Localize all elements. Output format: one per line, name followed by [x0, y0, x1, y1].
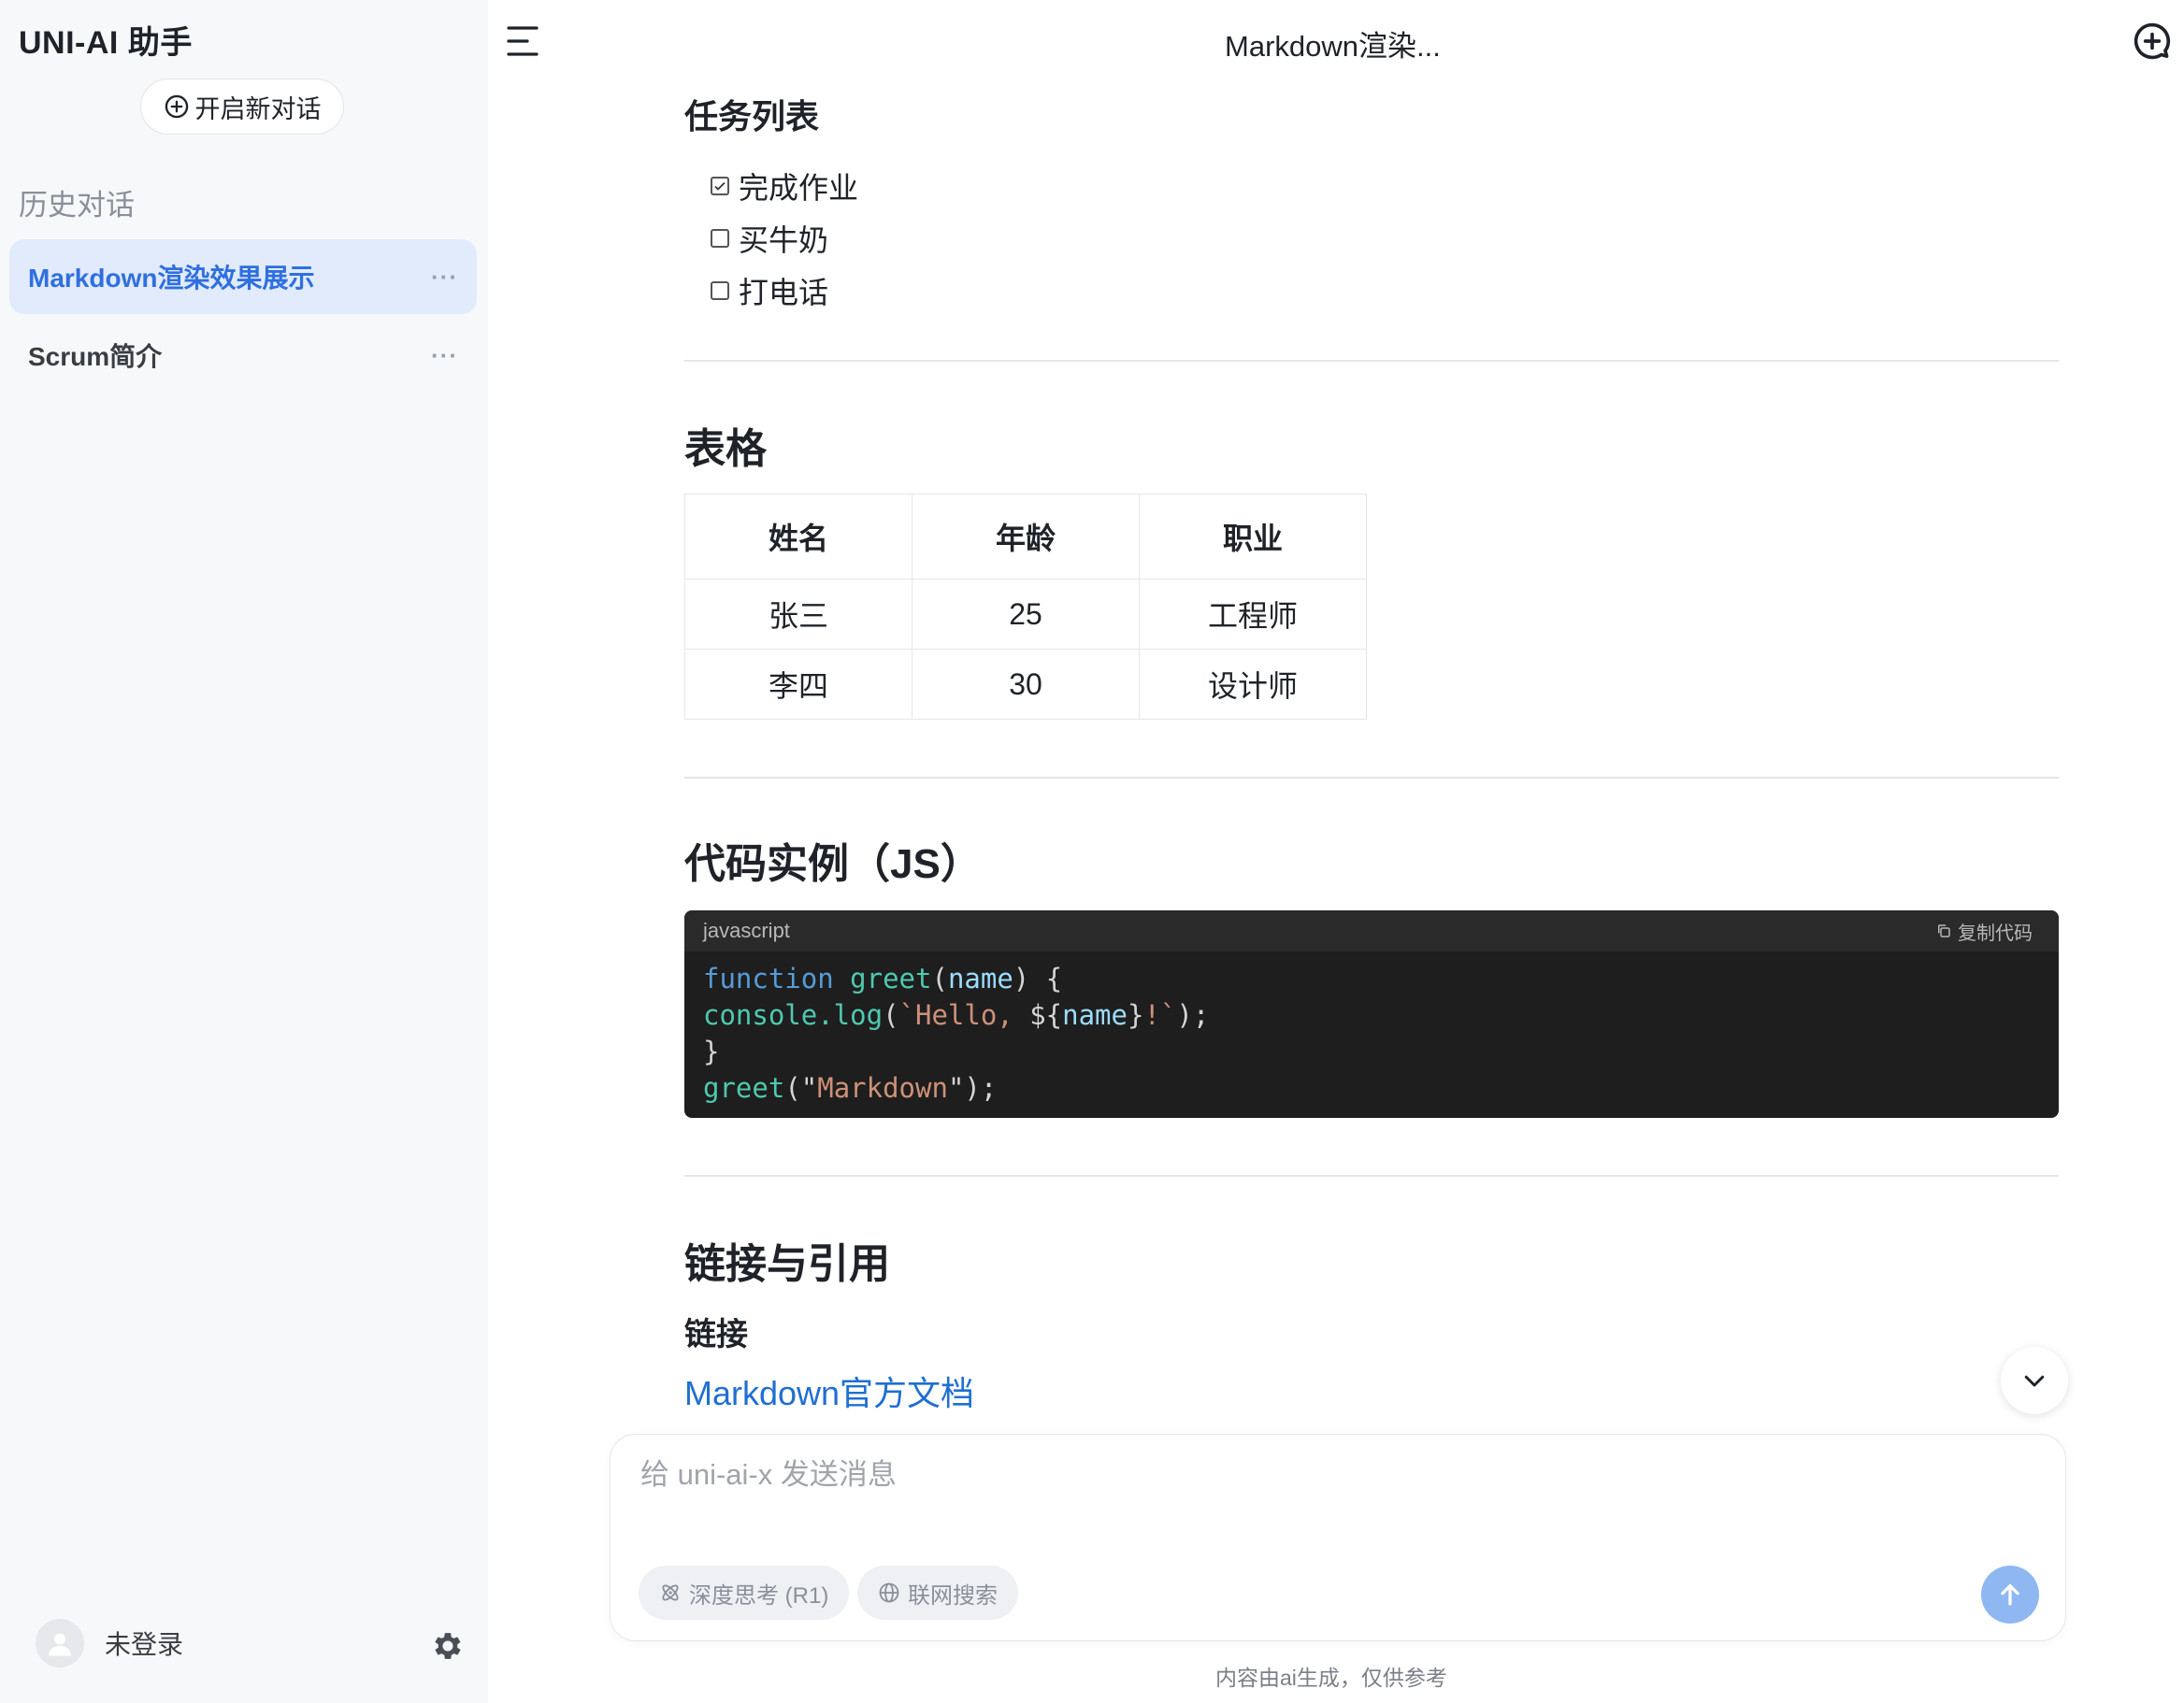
sidebar: UNI-AI 助手 开启新对话 历史对话 Markdown渲染效果展示 ··· … — [0, 0, 488, 1703]
table-cell: 30 — [912, 649, 1140, 720]
menu-icon[interactable] — [505, 24, 542, 58]
copy-code-label: 复制代码 — [1958, 923, 2033, 944]
column-header: 年龄 — [912, 494, 1140, 580]
disclaimer-note: 内容由ai生成，仅供参考 — [1215, 1666, 1447, 1690]
data-table: 姓名 年龄 职业 张三 25 工程师 李四 30 设计师 — [684, 494, 1367, 720]
deep-think-label: 深度思考 (R1) — [689, 1582, 829, 1609]
table-row: 李四 30 设计师 — [684, 649, 1367, 720]
history-item-label: Markdown渲染效果展示 — [28, 264, 315, 293]
chevron-down-icon — [2024, 1375, 2045, 1387]
task-label: 买牛奶 — [739, 223, 829, 257]
table-cell: 张三 — [684, 579, 912, 650]
divider — [684, 1175, 2059, 1177]
new-chat-button[interactable]: 开启新对话 — [140, 79, 344, 135]
user-label: 未登录 — [105, 1630, 184, 1659]
arrow-up-icon — [2001, 1584, 2019, 1606]
checkbox-icon — [711, 281, 729, 300]
new-chat-icon[interactable] — [2132, 21, 2173, 62]
task-item: 完成作业 — [711, 165, 858, 208]
markdown-docs-link[interactable]: Markdown官方文档 — [684, 1367, 974, 1415]
divider — [684, 777, 2059, 779]
globe-icon — [879, 1582, 899, 1603]
code-line: function greet(name) { — [703, 963, 1063, 995]
app-window: UNI-AI 助手 开启新对话 历史对话 Markdown渲染效果展示 ··· … — [0, 0, 2184, 1703]
user-profile[interactable]: 未登录 — [36, 1619, 183, 1667]
table-row: 张三 25 工程师 — [684, 579, 1367, 650]
task-item: 买牛奶 — [711, 217, 828, 260]
brand-title: UNI-AI 助手 — [19, 25, 193, 61]
user-icon — [49, 1633, 71, 1656]
table-cell: 设计师 — [1139, 649, 1367, 720]
code-line: } — [703, 1036, 720, 1067]
history-item-markdown[interactable]: Markdown渲染效果展示 ··· — [9, 239, 477, 314]
table-header-row: 姓名 年龄 职业 — [684, 494, 1367, 580]
task-label: 打电话 — [739, 276, 829, 309]
send-button[interactable] — [1981, 1566, 2039, 1624]
history-item-scrum[interactable]: Scrum简介 ··· — [9, 318, 477, 393]
code-body: function greet(name) { console.log(`Hello… — [684, 952, 2059, 1116]
code-line: greet("Markdown"); — [703, 1072, 998, 1104]
checked-checkbox-icon — [711, 177, 729, 195]
scroll-to-bottom-button[interactable] — [2001, 1347, 2068, 1414]
divider — [684, 360, 2059, 362]
plus-circle-icon — [165, 94, 188, 119]
copy-code-button[interactable]: 复制代码 — [1935, 918, 2033, 945]
task-label: 完成作业 — [739, 171, 859, 205]
more-options-icon[interactable]: ··· — [431, 263, 458, 292]
table-cell: 25 — [912, 579, 1140, 650]
copy-icon — [1938, 924, 1950, 937]
table-heading: 表格 — [684, 426, 767, 472]
gear-icon[interactable] — [430, 1628, 466, 1664]
links-heading: 链接与引用 — [684, 1241, 890, 1287]
chat-title: Markdown渲染... — [1225, 30, 1441, 63]
new-chat-label: 开启新对话 — [194, 94, 322, 123]
task-list-heading: 任务列表 — [684, 97, 820, 136]
message-composer: 深度思考 (R1) 联网搜索 — [610, 1434, 2066, 1641]
code-language: javascript — [703, 919, 790, 942]
table-cell: 工程师 — [1139, 579, 1367, 650]
links-subheading: 链接 — [684, 1317, 748, 1352]
deep-think-toggle[interactable]: 深度思考 (R1) — [639, 1566, 850, 1620]
table-cell: 李四 — [684, 649, 912, 720]
atom-icon — [662, 1584, 679, 1601]
avatar — [36, 1619, 84, 1667]
column-header: 职业 — [1139, 494, 1367, 580]
web-search-toggle[interactable]: 联网搜索 — [857, 1566, 1018, 1620]
history-title: 历史对话 — [19, 189, 135, 222]
code-header: javascript 复制代码 — [684, 910, 2059, 952]
checkbox-icon — [711, 229, 729, 248]
code-heading: 代码实例（JS） — [684, 841, 982, 887]
message-input[interactable] — [639, 1457, 2026, 1493]
code-line: console.log(`Hello, ${name}!`); — [703, 999, 1210, 1031]
code-block: javascript 复制代码 function greet(name) { co… — [684, 910, 2059, 1118]
column-header: 姓名 — [684, 494, 912, 580]
task-item: 打电话 — [711, 269, 828, 312]
more-options-icon[interactable]: ··· — [431, 341, 458, 370]
history-item-label: Scrum简介 — [28, 342, 163, 371]
web-search-label: 联网搜索 — [908, 1582, 998, 1609]
